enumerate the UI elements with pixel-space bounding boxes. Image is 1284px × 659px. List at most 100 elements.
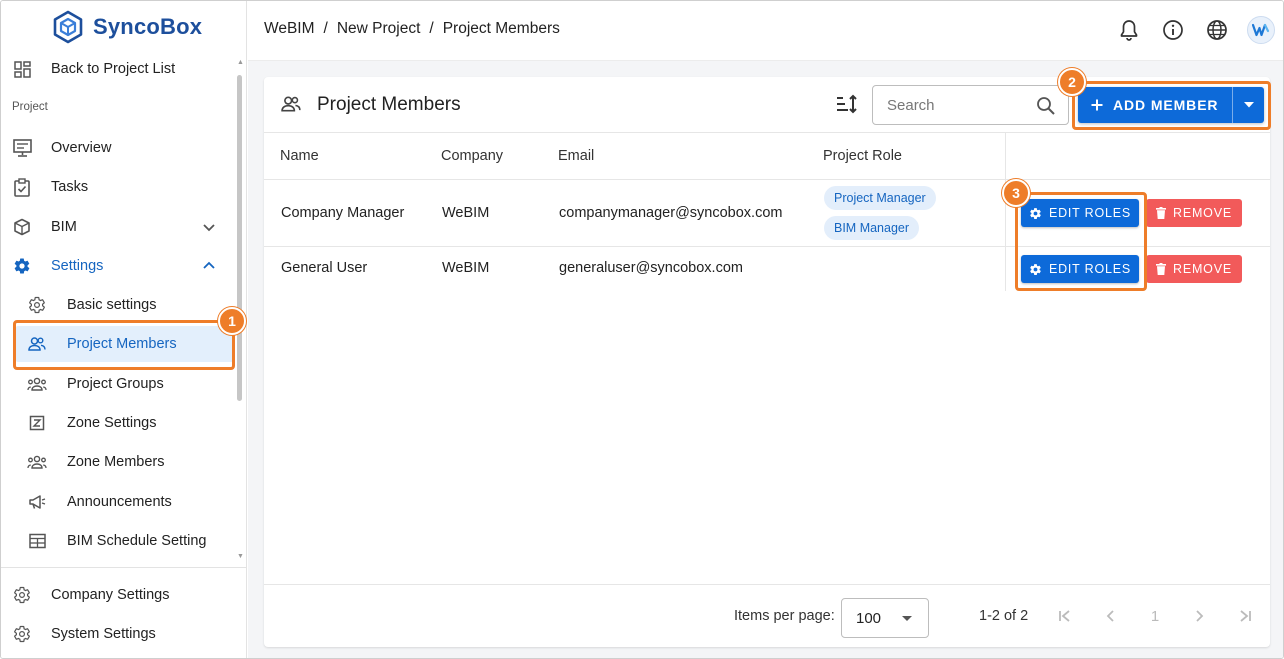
- annotation-badge: 2: [1058, 68, 1086, 96]
- gear-icon: [1030, 207, 1041, 219]
- paginator: Items per page: 100 1-2 of 2 1: [264, 584, 1270, 647]
- remove-label: REMOVE: [1173, 262, 1232, 276]
- edit-roles-button[interactable]: EDIT ROLES: [1021, 255, 1139, 283]
- add-member-button[interactable]: ADD MEMBER: [1078, 87, 1232, 123]
- next-page-icon[interactable]: [1188, 604, 1212, 628]
- back-to-project-list[interactable]: Back to Project List: [1, 51, 235, 87]
- items-per-page-value: 100: [856, 609, 882, 627]
- page-range: 1-2 of 2: [979, 608, 1029, 624]
- edit-roles-label: EDIT ROLES: [1048, 206, 1132, 220]
- gear-icon: [27, 295, 47, 315]
- sidebar-item-bim[interactable]: BIM: [1, 209, 235, 245]
- first-page-icon[interactable]: [1053, 604, 1077, 628]
- current-page: 1: [1150, 607, 1160, 625]
- search-field[interactable]: [872, 85, 1069, 125]
- sidebar-item-label: Settings: [51, 258, 104, 274]
- sidebar-item-zone-members[interactable]: Zone Members: [1, 444, 235, 480]
- table-row: Company Manager WeBIM companymanager@syn…: [264, 180, 1005, 246]
- breadcrumb-separator: /: [429, 20, 434, 37]
- people-icon: [281, 96, 301, 112]
- scroll-down-arrow[interactable]: ▼: [237, 553, 244, 560]
- table-row: General User WeBIM generaluser@syncobox.…: [264, 247, 1005, 291]
- add-member-label: ADD MEMBER: [1113, 97, 1219, 113]
- logo[interactable]: SyncoBox: [51, 9, 202, 45]
- member-name: General User: [281, 260, 368, 276]
- clipboard-check-icon: [12, 177, 32, 197]
- monitor-icon: [12, 138, 32, 158]
- groups-icon: [27, 452, 47, 472]
- items-per-page-label: Items per page:: [734, 608, 835, 624]
- member-email: companymanager@syncobox.com: [559, 205, 783, 221]
- breadcrumb-current: Project Members: [442, 20, 560, 37]
- sidebar-item-announcements[interactable]: Announcements: [1, 484, 235, 520]
- caret-down-icon: [1243, 102, 1254, 108]
- edit-roles-label: EDIT ROLES: [1048, 262, 1132, 276]
- scroll-up-arrow[interactable]: ▲: [237, 59, 244, 66]
- bell-icon[interactable]: [1115, 16, 1143, 44]
- sidebar-item-label: Company Settings: [51, 587, 170, 603]
- member-company: WeBIM: [442, 205, 490, 221]
- chevron-down-icon[interactable]: [201, 219, 217, 235]
- add-member-dropdown-button[interactable]: [1233, 87, 1264, 123]
- column-header-name[interactable]: Name: [280, 148, 319, 164]
- sidebar-item-basic-settings[interactable]: Basic settings: [1, 287, 235, 323]
- chevron-up-icon[interactable]: [201, 258, 217, 274]
- sidebar-item-zone-settings[interactable]: Zone Settings: [1, 405, 235, 441]
- section-label-project: Project: [12, 101, 48, 113]
- column-header-company[interactable]: Company: [441, 148, 503, 164]
- sidebar-item-label: Zone Settings: [67, 415, 157, 431]
- globe-icon[interactable]: [1203, 16, 1231, 44]
- edit-roles-button[interactable]: EDIT ROLES: [1021, 199, 1139, 227]
- sidebar-item-tasks[interactable]: Tasks: [1, 169, 235, 205]
- breadcrumb-item[interactable]: New Project: [337, 20, 421, 38]
- column-header-project-role[interactable]: Project Role: [823, 148, 902, 164]
- sidebar-item-bim-schedule-setting[interactable]: BIM Schedule Setting: [1, 523, 235, 559]
- syncobox-logo-icon: [53, 10, 83, 44]
- breadcrumb: WeBIM / New Project / Project Members: [264, 20, 560, 38]
- role-chip: BIM Manager: [824, 216, 920, 240]
- sidebar-item-project-groups[interactable]: Project Groups: [1, 366, 235, 402]
- add-member-split-button: ADD MEMBER: [1078, 87, 1264, 123]
- annotation-badge: 3: [1002, 179, 1030, 207]
- panel-title: Project Members: [317, 94, 461, 115]
- back-label: Back to Project List: [51, 61, 176, 77]
- remove-button[interactable]: REMOVE: [1146, 255, 1242, 283]
- sidebar-item-project-members[interactable]: Project Members: [16, 326, 233, 362]
- column-header-email[interactable]: Email: [558, 148, 594, 164]
- groups-icon: [27, 374, 47, 394]
- sidebar-divider: [1, 567, 247, 568]
- remove-button[interactable]: REMOVE: [1146, 199, 1242, 227]
- gear-icon: [12, 624, 32, 644]
- plus-icon: [1091, 99, 1103, 111]
- sidebar-item-label: Project Members: [67, 336, 177, 352]
- top-icons: [1115, 16, 1275, 44]
- trash-icon: [1156, 263, 1166, 275]
- items-per-page-select[interactable]: 100: [841, 598, 929, 638]
- member-name: Company Manager: [281, 205, 405, 221]
- sidebar-item-overview[interactable]: Overview: [1, 130, 235, 166]
- member-company: WeBIM: [442, 260, 490, 276]
- sidebar-item-label: Announcements: [67, 494, 172, 510]
- last-page-icon[interactable]: [1233, 604, 1257, 628]
- zone-icon: [27, 413, 47, 433]
- sidebar-item-label: BIM: [51, 219, 77, 235]
- sort-icon[interactable]: [834, 92, 858, 116]
- sidebar-item-label: System Settings: [51, 626, 156, 642]
- previous-page-icon[interactable]: [1098, 604, 1122, 628]
- top-bar: WeBIM / New Project / Project Members: [248, 1, 1283, 61]
- remove-label: REMOVE: [1173, 206, 1232, 220]
- sidebar-item-label: BIM Schedule Setting: [67, 533, 207, 549]
- breadcrumb-item[interactable]: WeBIM: [264, 20, 315, 38]
- sidebar-item-settings[interactable]: Settings: [1, 248, 235, 284]
- member-email: generaluser@syncobox.com: [559, 260, 743, 276]
- main-content: Project Members ADD MEMBER: [248, 61, 1283, 658]
- sidebar-item-company-settings[interactable]: Company Settings: [1, 577, 235, 613]
- sidebar-item-label: Tasks: [51, 179, 89, 195]
- search-input[interactable]: [887, 95, 1027, 115]
- sidebar-scrollbar[interactable]: [237, 75, 242, 401]
- avatar[interactable]: [1247, 16, 1275, 44]
- info-icon[interactable]: [1159, 16, 1187, 44]
- sidebar-item-system-settings[interactable]: System Settings: [1, 616, 235, 652]
- search-icon[interactable]: [1036, 96, 1056, 116]
- app-window: SyncoBox ▲ ▼ Back to Project List Projec…: [0, 0, 1284, 659]
